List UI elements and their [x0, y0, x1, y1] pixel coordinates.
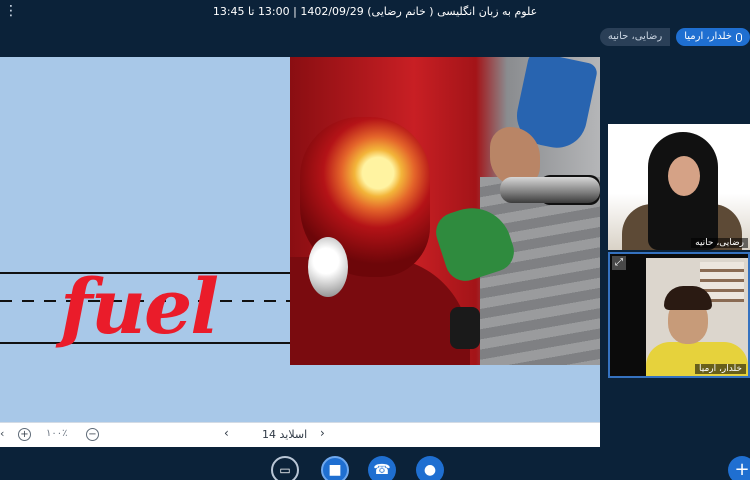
- talking-indicators: رضایی، حانیه خلدار، ارمیا: [599, 28, 750, 46]
- slide-text-panel: fuel: [0, 57, 290, 422]
- top-bar: ⋮ علوم به زبان انگلیسی ( خانم رضایی) 140…: [0, 0, 750, 26]
- webcam-label: رضایی، حانیه: [691, 238, 748, 248]
- talker-chip-1[interactable]: رضایی، حانیه: [599, 28, 671, 46]
- phone-button[interactable]: ☎: [368, 456, 396, 480]
- webcam-tile-2[interactable]: ⤢ خلدار، ارمیا: [608, 252, 750, 378]
- expand-icon[interactable]: ⤢: [612, 256, 626, 270]
- presentation-area: fuel ‹ + ۱۰۰٪ − ‹ اسلاید 14 ›: [0, 57, 600, 447]
- webcam-tile-1[interactable]: ⤢ رضایی، حانیه: [608, 124, 750, 250]
- presentation-toolbar: ‹ + ۱۰۰٪ − ‹ اسلاید 14 ›: [0, 422, 600, 447]
- expand-icon[interactable]: ⤢: [610, 126, 624, 140]
- slide-selector[interactable]: اسلاید 14: [262, 428, 307, 441]
- webcam-label: خلدار، ارمیا: [694, 364, 746, 374]
- talker-name: خلدار، ارمیا: [684, 31, 732, 42]
- zoom-out-button[interactable]: −: [86, 428, 99, 441]
- next-slide-button[interactable]: ›: [320, 426, 325, 440]
- microphone-icon: [736, 32, 742, 42]
- microphone-button[interactable]: ●: [416, 456, 444, 480]
- video-camera-button[interactable]: ■: [321, 456, 349, 480]
- chevron-left-icon[interactable]: ‹: [0, 427, 4, 440]
- zoom-value: ۱۰۰٪: [46, 428, 68, 439]
- slide-word: fuel: [60, 262, 219, 351]
- action-bar: ▭ ■ ☎ ● +: [0, 454, 750, 480]
- talker-chip-2[interactable]: خلدار، ارمیا: [676, 28, 750, 46]
- meeting-title: علوم به زبان انگلیسی ( خانم رضایی) 1402/…: [212, 5, 538, 18]
- previous-slide-button[interactable]: ‹: [224, 426, 229, 440]
- zoom-in-button[interactable]: +: [18, 428, 31, 441]
- screen-share-button[interactable]: ▭: [271, 456, 299, 480]
- talker-name: رضایی، حانیه: [607, 31, 663, 42]
- slide-photo-fuel-nozzle: [290, 57, 600, 365]
- plus-actions-button[interactable]: +: [728, 456, 750, 480]
